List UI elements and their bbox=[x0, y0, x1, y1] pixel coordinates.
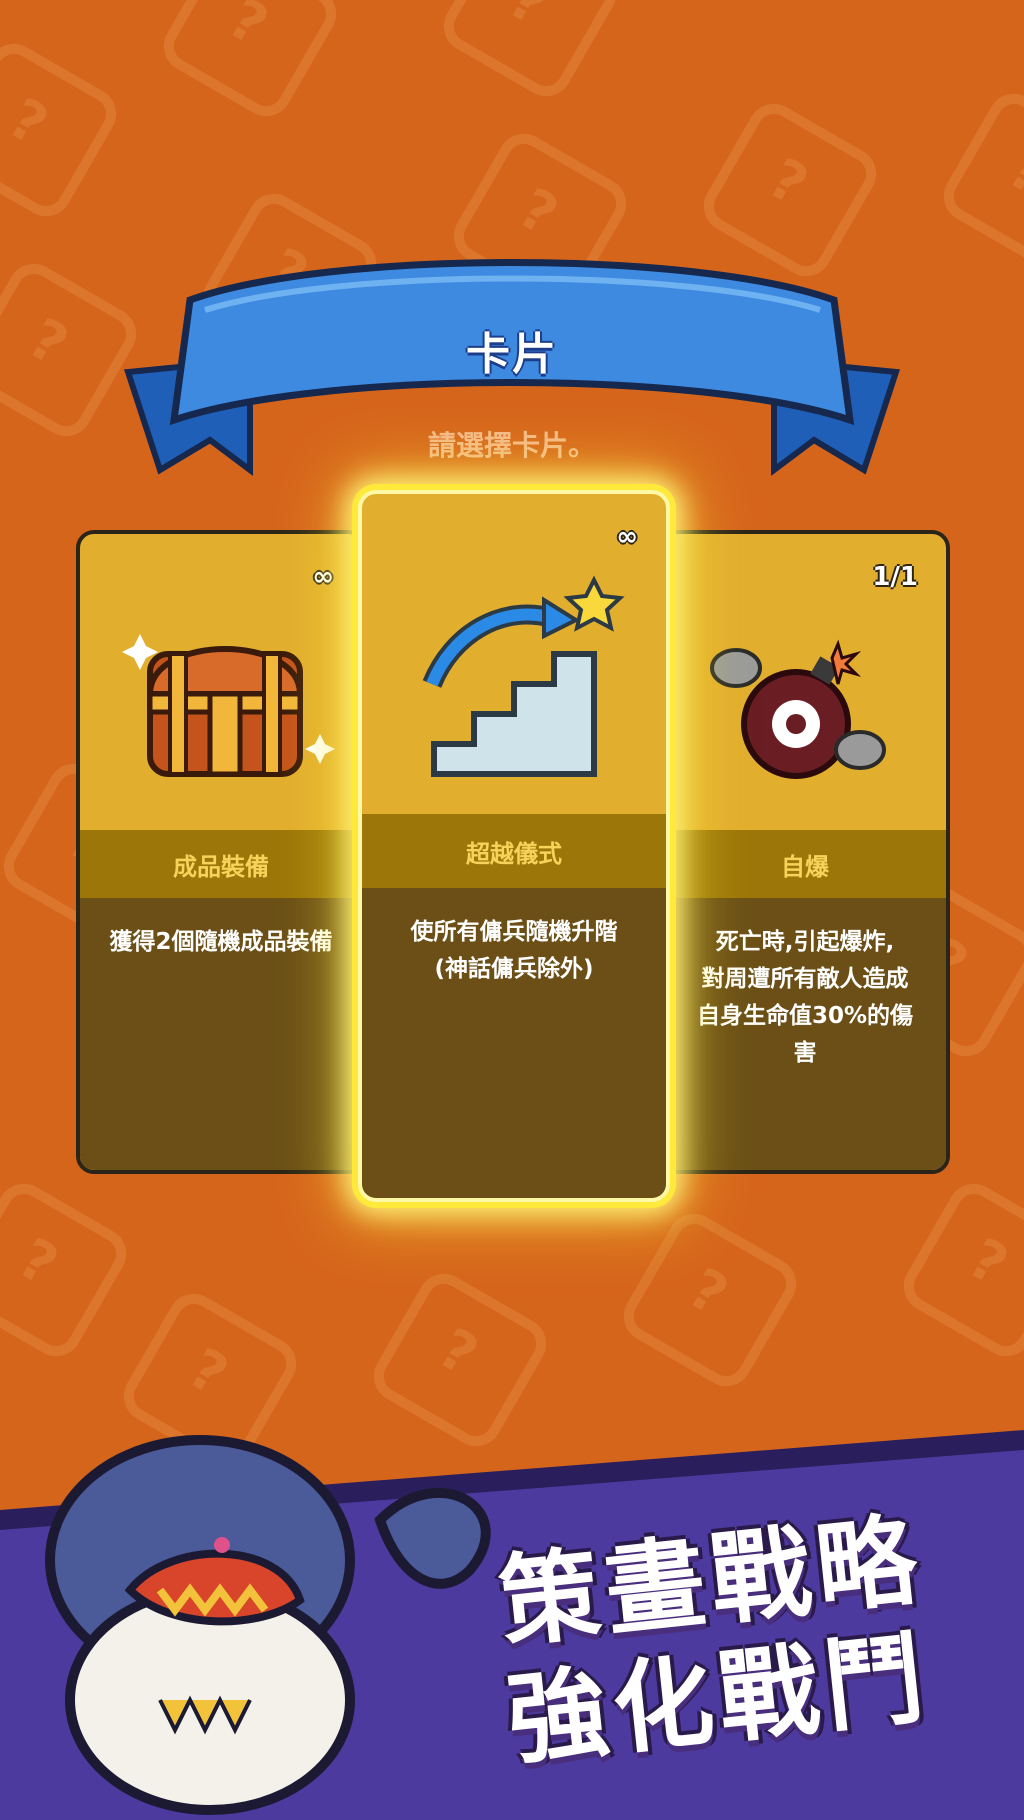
card-count: ∞ bbox=[312, 562, 334, 592]
stairs-upgrade-icon bbox=[422, 575, 625, 777]
card-self-destruct[interactable]: 1/1 自爆 死亡時,引起爆炸, 對周遭所有敵人造成 自身生命值30%的傷 害 bbox=[660, 530, 950, 1174]
bomb-skull-icon bbox=[710, 639, 886, 779]
card-name: 超越儀式 bbox=[362, 814, 666, 888]
title-banner bbox=[123, 259, 901, 476]
card-treasure[interactable]: ∞ 成品裝備 獲得2個隨機成品裝備 bbox=[76, 530, 366, 1174]
banner-title: 卡片 bbox=[466, 329, 558, 380]
card-transcendence-selected[interactable]: ∞ 超越儀式 使所有傭兵隨機升階 (神話傭兵除外) bbox=[358, 490, 670, 1202]
card-name: 自爆 bbox=[664, 830, 946, 898]
card-count: 1/1 bbox=[872, 562, 918, 592]
card-description: 獲得2個隨機成品裝備 bbox=[80, 898, 362, 1170]
treasure-chest-icon bbox=[122, 634, 335, 777]
card-description: 使所有傭兵隨機升階 (神話傭兵除外) bbox=[362, 888, 666, 1198]
subtitle: 請選擇卡片。 bbox=[427, 429, 596, 462]
card-name: 成品裝備 bbox=[80, 830, 362, 898]
card-count: ∞ bbox=[616, 522, 638, 552]
card-description: 死亡時,引起爆炸, 對周遭所有敵人造成 自身生命值30%的傷 害 bbox=[664, 898, 946, 1170]
